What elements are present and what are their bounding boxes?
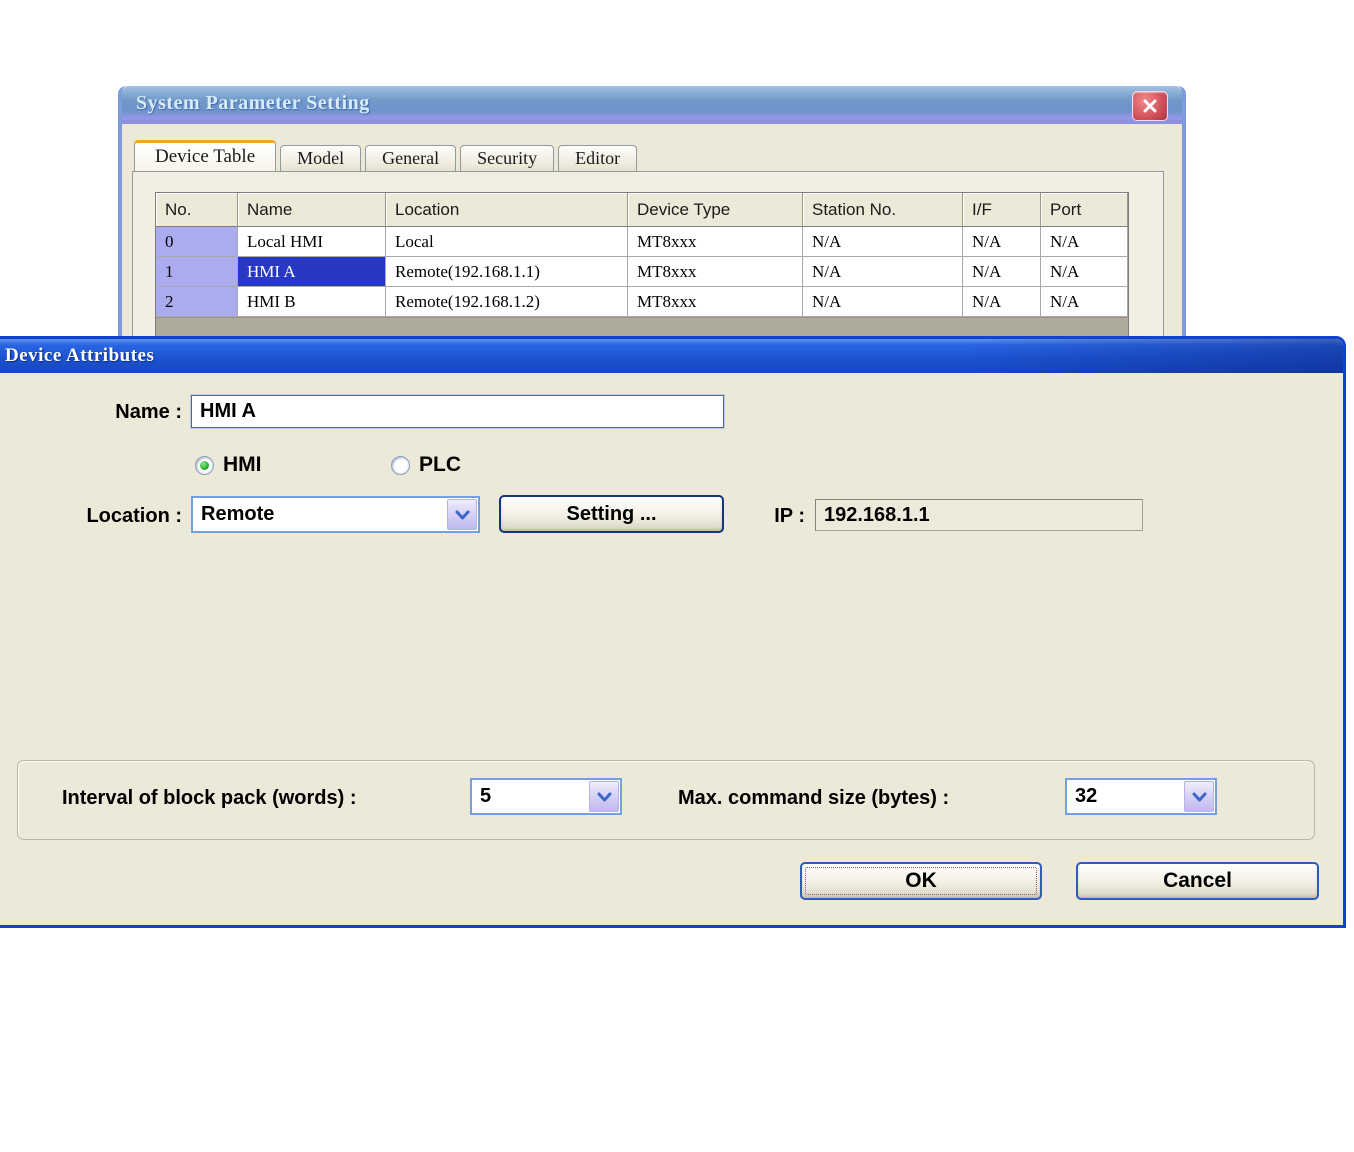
system-window-title: System Parameter Setting xyxy=(122,92,370,115)
radio-hmi-label: HMI xyxy=(223,453,262,477)
location-label: Location : xyxy=(35,505,182,528)
desktop: System Parameter Setting Device Table Mo… xyxy=(0,0,1354,1152)
table-cell[interactable]: 0 xyxy=(156,227,238,257)
device-table: No. Name Location Device Type Station No… xyxy=(155,192,1129,338)
radio-group-hmi: HMI xyxy=(195,453,262,477)
tab-security[interactable]: Security xyxy=(460,145,554,171)
close-icon xyxy=(1142,98,1158,114)
table-cell[interactable]: N/A xyxy=(1041,227,1128,257)
name-input[interactable] xyxy=(191,395,724,428)
table-cell[interactable]: MT8xxx xyxy=(628,287,803,317)
column-header-if[interactable]: I/F xyxy=(963,193,1041,227)
max-command-dropdown[interactable]: 32 xyxy=(1065,778,1217,815)
table-cell[interactable]: N/A xyxy=(963,287,1041,317)
setting-button[interactable]: Setting ... xyxy=(499,495,724,533)
dialog-title: Device Attributes xyxy=(0,345,154,367)
ok-button[interactable]: OK xyxy=(800,862,1042,900)
location-dropdown-value: Remote xyxy=(201,498,274,531)
table-cell[interactable]: MT8xxx xyxy=(628,257,803,287)
ip-label: IP : xyxy=(743,505,805,528)
table-cell[interactable]: N/A xyxy=(803,287,963,317)
ip-field: 192.168.1.1 xyxy=(815,499,1143,531)
tab-device-table[interactable]: Device Table xyxy=(134,140,276,171)
ok-button-label: OK xyxy=(905,869,937,893)
column-header-name[interactable]: Name xyxy=(238,193,386,227)
column-header-port[interactable]: Port xyxy=(1041,193,1128,227)
table-cell[interactable]: MT8xxx xyxy=(628,227,803,257)
location-dropdown[interactable]: Remote xyxy=(191,496,480,533)
max-command-dropdown-button[interactable] xyxy=(1184,781,1214,812)
table-row: 1 HMI A Remote(192.168.1.1) MT8xxx N/A N… xyxy=(156,257,1128,287)
max-command-label: Max. command size (bytes) : xyxy=(678,787,949,810)
table-cell[interactable]: Local xyxy=(386,227,628,257)
device-attributes-dialog: Device Attributes Name : HMI PLC Locatio… xyxy=(0,336,1346,928)
dialog-titlebar[interactable]: Device Attributes xyxy=(0,339,1343,373)
column-header-no[interactable]: No. xyxy=(156,193,238,227)
table-cell[interactable]: 1 xyxy=(156,257,238,287)
table-cell-selected[interactable]: HMI A xyxy=(238,257,386,287)
table-cell[interactable]: N/A xyxy=(803,227,963,257)
table-cell[interactable]: HMI B xyxy=(238,287,386,317)
location-dropdown-button[interactable] xyxy=(447,499,477,530)
dialog-body: Name : HMI PLC Location : Remote xyxy=(0,373,1343,925)
radio-plc-label: PLC xyxy=(419,453,461,477)
options-groupbox: Interval of block pack (words) : 5 Max. … xyxy=(17,760,1315,840)
column-header-station-no[interactable]: Station No. xyxy=(803,193,963,227)
chevron-down-icon xyxy=(1192,792,1207,802)
close-button[interactable] xyxy=(1132,91,1168,121)
name-label: Name : xyxy=(35,401,182,424)
column-header-location[interactable]: Location xyxy=(386,193,628,227)
tab-strip: Device Table Model General Security Edit… xyxy=(134,140,641,171)
table-cell[interactable]: 2 xyxy=(156,287,238,317)
chevron-down-icon xyxy=(597,792,612,802)
table-cell[interactable]: N/A xyxy=(963,227,1041,257)
table-row: 2 HMI B Remote(192.168.1.2) MT8xxx N/A N… xyxy=(156,287,1128,317)
chevron-down-icon xyxy=(455,510,470,520)
radio-hmi[interactable] xyxy=(195,456,214,475)
radio-group-plc: PLC xyxy=(391,453,461,477)
table-cell[interactable]: Local HMI xyxy=(238,227,386,257)
system-window-titlebar[interactable]: System Parameter Setting xyxy=(122,86,1182,124)
table-footer-strip xyxy=(156,317,1128,337)
interval-dropdown-value: 5 xyxy=(480,780,491,813)
table-cell[interactable]: N/A xyxy=(1041,287,1128,317)
tab-editor[interactable]: Editor xyxy=(558,145,637,171)
table-cell[interactable]: Remote(192.168.1.1) xyxy=(386,257,628,287)
interval-label: Interval of block pack (words) : xyxy=(62,787,357,810)
cancel-button-label: Cancel xyxy=(1163,869,1232,893)
ip-value: 192.168.1.1 xyxy=(824,504,930,527)
cancel-button[interactable]: Cancel xyxy=(1076,862,1319,900)
interval-dropdown[interactable]: 5 xyxy=(470,778,622,815)
interval-dropdown-button[interactable] xyxy=(589,781,619,812)
max-command-dropdown-value: 32 xyxy=(1075,780,1097,813)
table-cell[interactable]: N/A xyxy=(803,257,963,287)
table-cell[interactable]: N/A xyxy=(963,257,1041,287)
table-cell[interactable]: Remote(192.168.1.2) xyxy=(386,287,628,317)
tab-general[interactable]: General xyxy=(365,145,456,171)
radio-plc[interactable] xyxy=(391,456,410,475)
table-cell[interactable]: N/A xyxy=(1041,257,1128,287)
tab-model[interactable]: Model xyxy=(280,145,361,171)
table-header-row: No. Name Location Device Type Station No… xyxy=(156,193,1128,227)
setting-button-label: Setting ... xyxy=(567,503,657,526)
table-row: 0 Local HMI Local MT8xxx N/A N/A N/A xyxy=(156,227,1128,257)
column-header-device-type[interactable]: Device Type xyxy=(628,193,803,227)
